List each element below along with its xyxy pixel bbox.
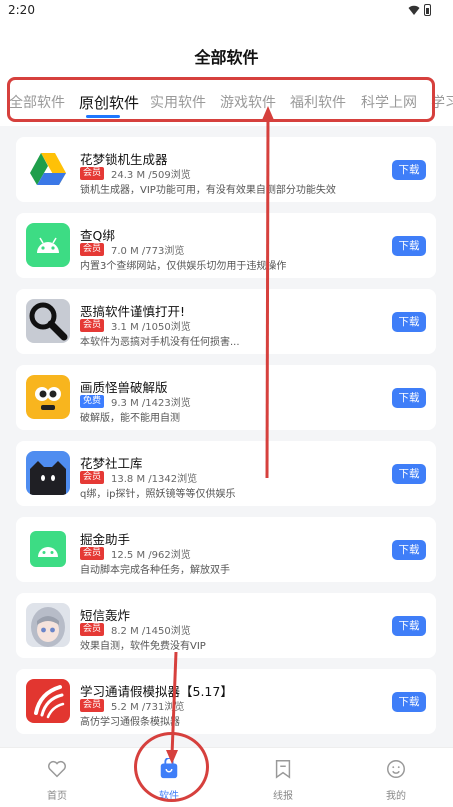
member-badge: 会员 (80, 167, 105, 180)
app-description: 高仿学习通假条模拟器 (80, 717, 180, 728)
tab-games[interactable]: 游戏软件 (220, 92, 276, 112)
download-button[interactable]: 下载 (392, 160, 426, 180)
app-description: q绑，ip探针，照妖镜等等仅供娱乐 (80, 489, 236, 500)
download-button[interactable]: 下载 (392, 236, 426, 256)
nav-home-label: 首页 (47, 791, 67, 802)
cat-icon (26, 451, 70, 495)
free-badge: 免费 (80, 395, 105, 408)
app-card[interactable]: 掘金助手 会员 12.5 M /962浏览 自动脚本完成各种任务，解放双手 下载 (16, 517, 436, 582)
member-badge: 会员 (80, 243, 105, 256)
download-button[interactable]: 下载 (392, 692, 426, 712)
monster-icon (26, 375, 70, 419)
nav-news-label: 线报 (273, 791, 293, 802)
member-badge: 会员 (80, 471, 105, 484)
nav-software[interactable]: 软件 (139, 757, 199, 802)
app-description: 本软件为恶搞对手机没有任何损害... (80, 337, 240, 348)
member-badge: 会员 (80, 319, 105, 332)
page-header: 全部软件 (0, 22, 453, 72)
bag-icon (160, 757, 178, 779)
app-card[interactable]: 恶搞软件谨慎打开! 会员 3.1 M /1050浏览 本软件为恶搞对手机没有任何… (16, 289, 436, 354)
tab-original[interactable]: 原创软件 (79, 92, 139, 113)
active-tab-indicator (86, 115, 120, 118)
download-button[interactable]: 下载 (392, 464, 426, 484)
app-meta: 9.3 M /1423浏览 (111, 398, 191, 409)
app-description: 自动脚本完成各种任务，解放双手 (80, 565, 230, 576)
app-description: 锁机生成器，VIP功能可用，有没有效果自测部分功能失效 (80, 185, 336, 196)
magnifier-icon (26, 299, 70, 343)
app-meta: 7.0 M /773浏览 (111, 246, 185, 257)
tab-study[interactable]: 学习 (431, 92, 453, 112)
app-meta: 12.5 M /962浏览 (111, 550, 191, 561)
tab-vpn[interactable]: 科学上网 (361, 92, 417, 112)
member-badge: 会员 (80, 699, 105, 712)
app-name: 查Q绑 (80, 228, 115, 243)
status-time: 2:20 (8, 3, 35, 17)
bookmark-icon (275, 760, 291, 779)
member-badge: 会员 (80, 623, 105, 636)
app-card[interactable]: 短信轰炸 会员 8.2 M /1450浏览 效果自测，软件免费没有VIP 下载 (16, 593, 436, 658)
app-meta: 3.1 M /1050浏览 (111, 322, 191, 333)
download-button[interactable]: 下载 (392, 540, 426, 560)
nav-profile-label: 我的 (386, 791, 406, 802)
app-description: 破解版，能不能用自测 (80, 413, 180, 424)
app-description: 内置3个查绑网站，仅供娱乐切勿用于违规操作 (80, 261, 287, 272)
category-tabs: 全部软件 原创软件 实用软件 游戏软件 福利软件 科学上网 学习 (0, 72, 453, 126)
nav-home[interactable]: 首页 (27, 758, 87, 802)
system-icons (408, 4, 431, 16)
android-icon (26, 527, 70, 571)
smiley-icon (387, 760, 405, 778)
xuexitong-icon (26, 679, 70, 723)
status-bar: 2:20 (0, 0, 453, 22)
download-button[interactable]: 下载 (392, 312, 426, 332)
page-title: 全部软件 (194, 48, 259, 67)
app-meta: 5.2 M /731浏览 (111, 702, 185, 713)
app-meta: 8.2 M /1450浏览 (111, 626, 191, 637)
download-button[interactable]: 下载 (392, 616, 426, 636)
app-card[interactable]: 学习通请假模拟器【5.17】 会员 5.2 M /731浏览 高仿学习通假条模拟… (16, 669, 436, 734)
app-meta: 13.8 M /1342浏览 (111, 474, 198, 485)
app-card[interactable]: 查Q绑 会员 7.0 M /773浏览 内置3个查绑网站，仅供娱乐切勿用于违规操… (16, 213, 436, 278)
app-description: 效果自测，软件免费没有VIP (80, 641, 206, 652)
app-card[interactable]: 画质怪兽破解版 免费 9.3 M /1423浏览 破解版，能不能用自测 下载 (16, 365, 436, 430)
wifi-icon (408, 5, 420, 15)
heart-icon (48, 760, 66, 778)
anime-avatar-icon (26, 603, 70, 647)
tab-utility[interactable]: 实用软件 (150, 92, 206, 112)
app-card[interactable]: 花梦社工库 会员 13.8 M /1342浏览 q绑，ip探针，照妖镜等等仅供娱… (16, 441, 436, 506)
android-icon (26, 223, 70, 267)
nav-software-label: 软件 (159, 791, 179, 802)
nav-profile[interactable]: 我的 (366, 758, 426, 802)
app-card[interactable]: 花梦锁机生成器 会员 24.3 M /509浏览 锁机生成器，VIP功能可用，有… (16, 137, 436, 202)
drive-icon (26, 147, 70, 191)
battery-icon (424, 4, 431, 16)
nav-news[interactable]: 线报 (253, 758, 313, 802)
bottom-nav: 首页 软件 线报 我的 (0, 747, 453, 807)
tab-welfare[interactable]: 福利软件 (290, 92, 346, 112)
tab-all[interactable]: 全部软件 (9, 92, 65, 112)
app-meta: 24.3 M /509浏览 (111, 170, 191, 181)
download-button[interactable]: 下载 (392, 388, 426, 408)
app-list: 花梦锁机生成器 会员 24.3 M /509浏览 锁机生成器，VIP功能可用，有… (16, 137, 436, 747)
member-badge: 会员 (80, 547, 105, 560)
